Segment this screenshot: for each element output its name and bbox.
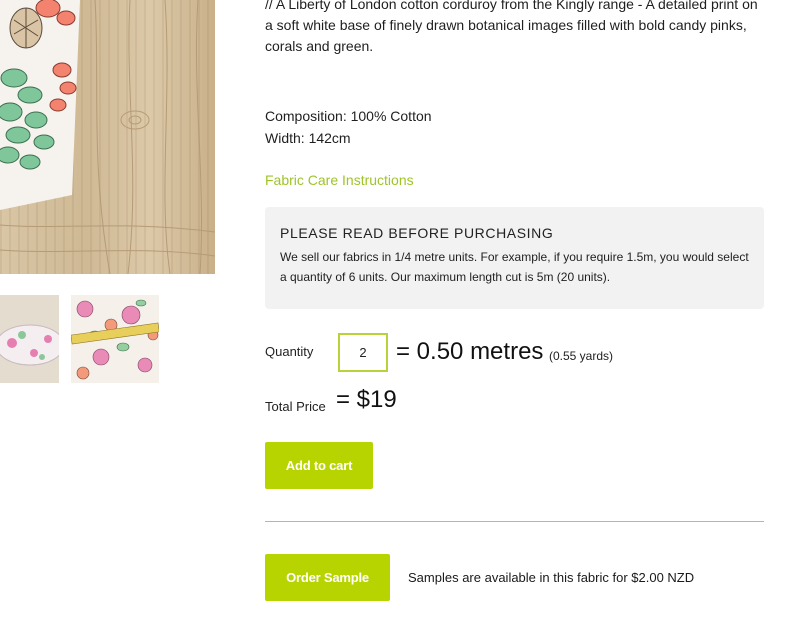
sample-availability-note: Samples are available in this fabric for… [408,570,695,585]
quantity-yards: (0.55 yards) [549,349,614,363]
total-price-label: Total Price [265,399,326,414]
notice-body: We sell our fabrics in 1/4 metre units. … [280,250,749,284]
divider [265,521,764,522]
quantity-label: Quantity [265,344,314,359]
product-description: // A Liberty of London cotton corduroy f… [265,0,758,54]
product-thumbnail-print[interactable] [71,295,159,383]
quantity-metres: = 0.50 metres [396,338,544,365]
fabric-print-thumbnail-icon [71,295,159,383]
fabric-roll-thumbnail-icon [0,295,59,383]
product-main-image[interactable] [0,0,215,274]
total-price-value: = $19 [336,386,397,413]
product-thumbnail-roll[interactable] [0,295,59,383]
order-sample-button[interactable]: Order Sample [265,554,390,601]
composition-text: Composition: 100% Cotton [265,108,432,124]
purchase-notice: PLEASE READ BEFORE PURCHASING We sell ou… [265,207,764,309]
quantity-input[interactable] [338,333,388,372]
width-text: Width: 142cm [265,130,351,146]
notice-title: PLEASE READ BEFORE PURCHASING [280,225,554,241]
product-specs: Composition: 100% Cotton Width: 142cm [265,105,765,149]
fabric-swatch-illustration [0,0,215,274]
add-to-cart-button[interactable]: Add to cart [265,442,373,489]
fabric-care-link[interactable]: Fabric Care Instructions [265,172,765,188]
